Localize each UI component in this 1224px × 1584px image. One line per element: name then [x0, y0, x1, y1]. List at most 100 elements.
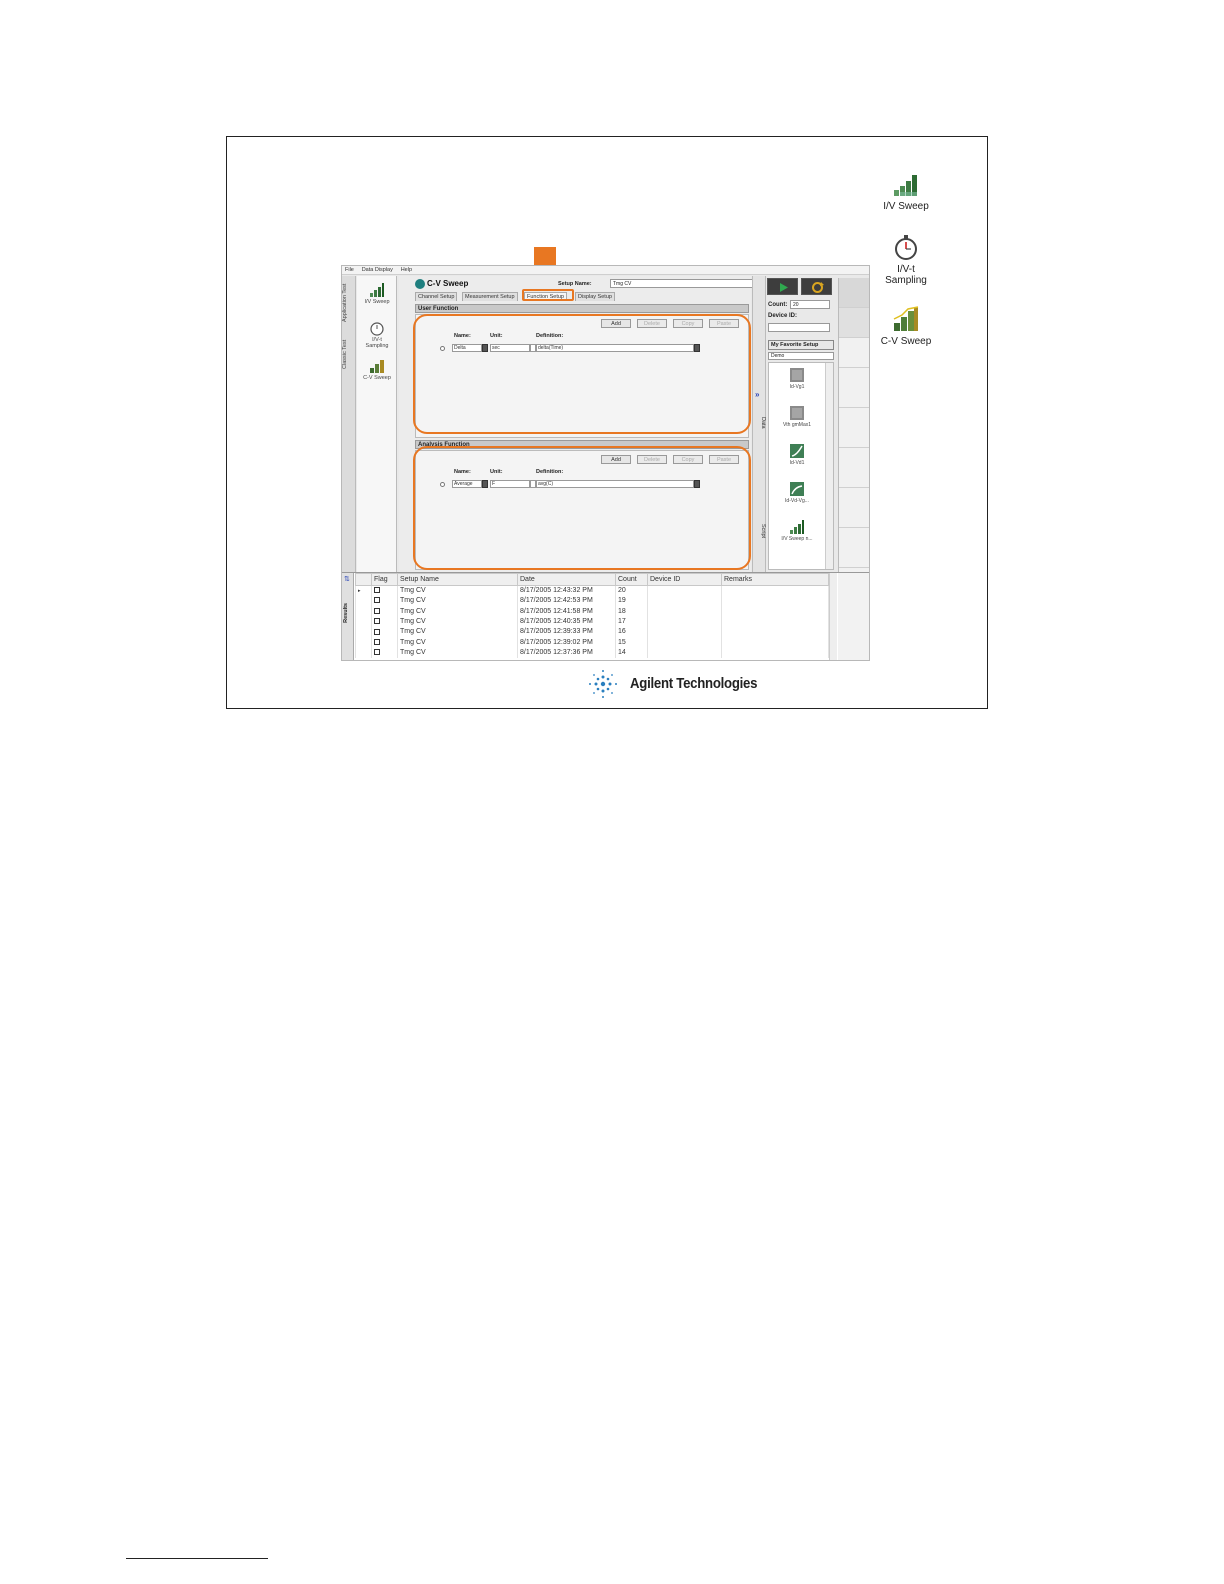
column-header-remarks[interactable]: Remarks	[721, 573, 829, 586]
column-header-setup-name[interactable]: Setup Name	[397, 573, 518, 586]
setup-name-cell: Tmg CV	[397, 616, 518, 628]
nav-item-iv-sweep[interactable]: I/V Sweep	[357, 282, 397, 305]
info-icon[interactable]	[415, 279, 425, 289]
table-row[interactable]: Tmg CV 8/17/2005 12:39:33 PM 16	[355, 627, 829, 638]
nav-item-cv-sweep[interactable]: C-V Sweep	[357, 358, 397, 381]
results-side-strip: ⇅ Results	[342, 573, 354, 660]
desktop-icon-iv-t-sampling[interactable]: I/V-t Sampling	[866, 233, 946, 286]
table-row[interactable]: ▸ Tmg CV 8/17/2005 12:43:32 PM 20	[355, 585, 829, 596]
column-header-device-id[interactable]: Device ID	[647, 573, 722, 586]
tab-channel-setup[interactable]: Channel Setup	[415, 292, 458, 301]
flag-checkbox[interactable]	[374, 607, 380, 614]
column-header-date[interactable]: Date	[517, 573, 616, 586]
menu-data-display[interactable]: Data Display	[359, 266, 396, 273]
tab-application-test[interactable]: Application Test	[342, 278, 356, 328]
tab-display-setup[interactable]: Display Setup	[575, 292, 615, 301]
column-header-flag[interactable]: Flag	[371, 573, 398, 586]
setup-name-cell: Tmg CV	[397, 627, 518, 638]
date-cell: 8/17/2005 12:42:53 PM	[517, 596, 616, 607]
flag-cell	[371, 596, 398, 607]
flag-checkbox[interactable]	[374, 649, 380, 656]
favorite-item[interactable]: Id-Vd1	[769, 443, 825, 466]
stopwatch-icon	[895, 235, 917, 260]
tab-classic-test[interactable]: Classic Test	[342, 334, 356, 374]
device-id-cell	[647, 585, 722, 596]
remarks-cell	[721, 637, 829, 648]
side-tab-script[interactable]: Script	[754, 516, 766, 546]
setup-name-input[interactable]: Tmg CV	[610, 279, 765, 288]
favorite-label: Id-Vg1	[789, 384, 805, 390]
table-row[interactable]: Tmg CV 8/17/2005 12:39:02 PM 15	[355, 637, 829, 648]
preview-thumbnail[interactable]	[839, 308, 869, 338]
repeat-run-button[interactable]	[801, 278, 832, 295]
favorites-select[interactable]: Demo	[768, 352, 834, 360]
count-cell: 19	[615, 596, 648, 607]
flag-checkbox[interactable]	[374, 597, 380, 604]
count-input[interactable]: 20	[790, 300, 830, 309]
column-header-count[interactable]: Count	[615, 573, 648, 586]
favorite-item[interactable]: I/V Sweep n...	[769, 519, 825, 542]
iv-sweep-icon	[894, 175, 917, 196]
device-id-label: Device ID:	[768, 313, 798, 319]
menu-help[interactable]: Help	[398, 266, 415, 273]
preview-slot	[839, 378, 869, 408]
row-indicator-header	[355, 573, 372, 586]
date-cell: 8/17/2005 12:40:35 PM	[517, 616, 616, 628]
flag-checkbox[interactable]	[374, 618, 380, 625]
desktop-icon-label: I/V Sweep	[883, 201, 929, 212]
favorite-item[interactable]: Id-Vd-Vg...	[769, 481, 825, 504]
nav-item-label: C-V Sweep	[363, 375, 391, 381]
current-row-marker: ▸	[355, 585, 372, 596]
favorite-item[interactable]: Vth gmMax1	[769, 405, 825, 428]
setup-name-cell: Tmg CV	[397, 637, 518, 648]
tab-measurement-setup[interactable]: Measurement Setup	[462, 292, 518, 301]
favorites-scrollbar[interactable]	[825, 363, 833, 569]
results-label: Results	[343, 603, 349, 623]
count-label: Count:	[768, 302, 788, 308]
menu-file[interactable]: File	[342, 266, 357, 273]
count-cell: 16	[615, 627, 648, 638]
right-rail: » Data Script Count: 20 Device ID: My Fa…	[752, 276, 869, 572]
flag-checkbox[interactable]	[374, 638, 380, 645]
flag-cell	[371, 627, 398, 638]
expand-chevron-icon[interactable]: »	[755, 390, 759, 399]
preview-thumbnail[interactable]	[839, 278, 869, 308]
table-row[interactable]: Tmg CV 8/17/2005 12:37:36 PM 14	[355, 647, 829, 659]
row-marker	[355, 616, 372, 628]
flag-checkbox[interactable]	[374, 628, 380, 635]
collapse-icon[interactable]: ⇅	[344, 575, 350, 583]
play-icon	[780, 283, 788, 292]
nav-item-iv-t-sampling[interactable]: I/V-t Sampling	[357, 320, 397, 349]
date-cell: 8/17/2005 12:39:02 PM	[517, 637, 616, 648]
side-tab-data[interactable]: Data	[754, 408, 766, 438]
analysis-function-highlight	[413, 446, 751, 570]
count-cell: 18	[615, 606, 648, 617]
results-scrollbar[interactable]	[829, 573, 837, 660]
device-id-input[interactable]	[768, 323, 830, 332]
setup-name-cell: Tmg CV	[397, 606, 518, 617]
nav-item-label: I/V-t Sampling	[365, 337, 389, 349]
desktop-icon-label: C-V Sweep	[880, 336, 932, 347]
results-panel: ⇅ Results Flag Setup Name Date Count Dev…	[342, 572, 869, 660]
setup-name-cell: Tmg CV	[397, 585, 518, 596]
side-tab-strip: » Data Script	[752, 276, 766, 572]
table-row[interactable]: Tmg CV 8/17/2005 12:42:53 PM 19	[355, 596, 829, 607]
favorites-dropdown-button[interactable]: My Favorite Setup	[768, 340, 834, 350]
desktop-icon-cv-sweep[interactable]: C-V Sweep	[866, 305, 946, 347]
row-marker	[355, 606, 372, 617]
vertical-tab-strip: Application Test Classic Test	[342, 276, 356, 572]
table-row[interactable]: Tmg CV 8/17/2005 12:40:35 PM 17	[355, 616, 829, 628]
favorite-item[interactable]: Id-Vg1	[769, 367, 825, 390]
iv-sweep-icon	[790, 520, 804, 534]
flag-checkbox[interactable]	[374, 587, 380, 594]
preview-slot	[839, 498, 869, 528]
single-run-button[interactable]	[767, 278, 798, 295]
desktop-icon-iv-sweep[interactable]: I/V Sweep	[866, 170, 946, 212]
table-row[interactable]: Tmg CV 8/17/2005 12:41:58 PM 18	[355, 606, 829, 617]
preview-slot	[839, 338, 869, 368]
preview-slot	[839, 418, 869, 448]
row-marker	[355, 627, 372, 638]
device-id-cell	[647, 616, 722, 628]
flag-cell	[371, 647, 398, 659]
date-cell: 8/17/2005 12:43:32 PM	[517, 585, 616, 596]
